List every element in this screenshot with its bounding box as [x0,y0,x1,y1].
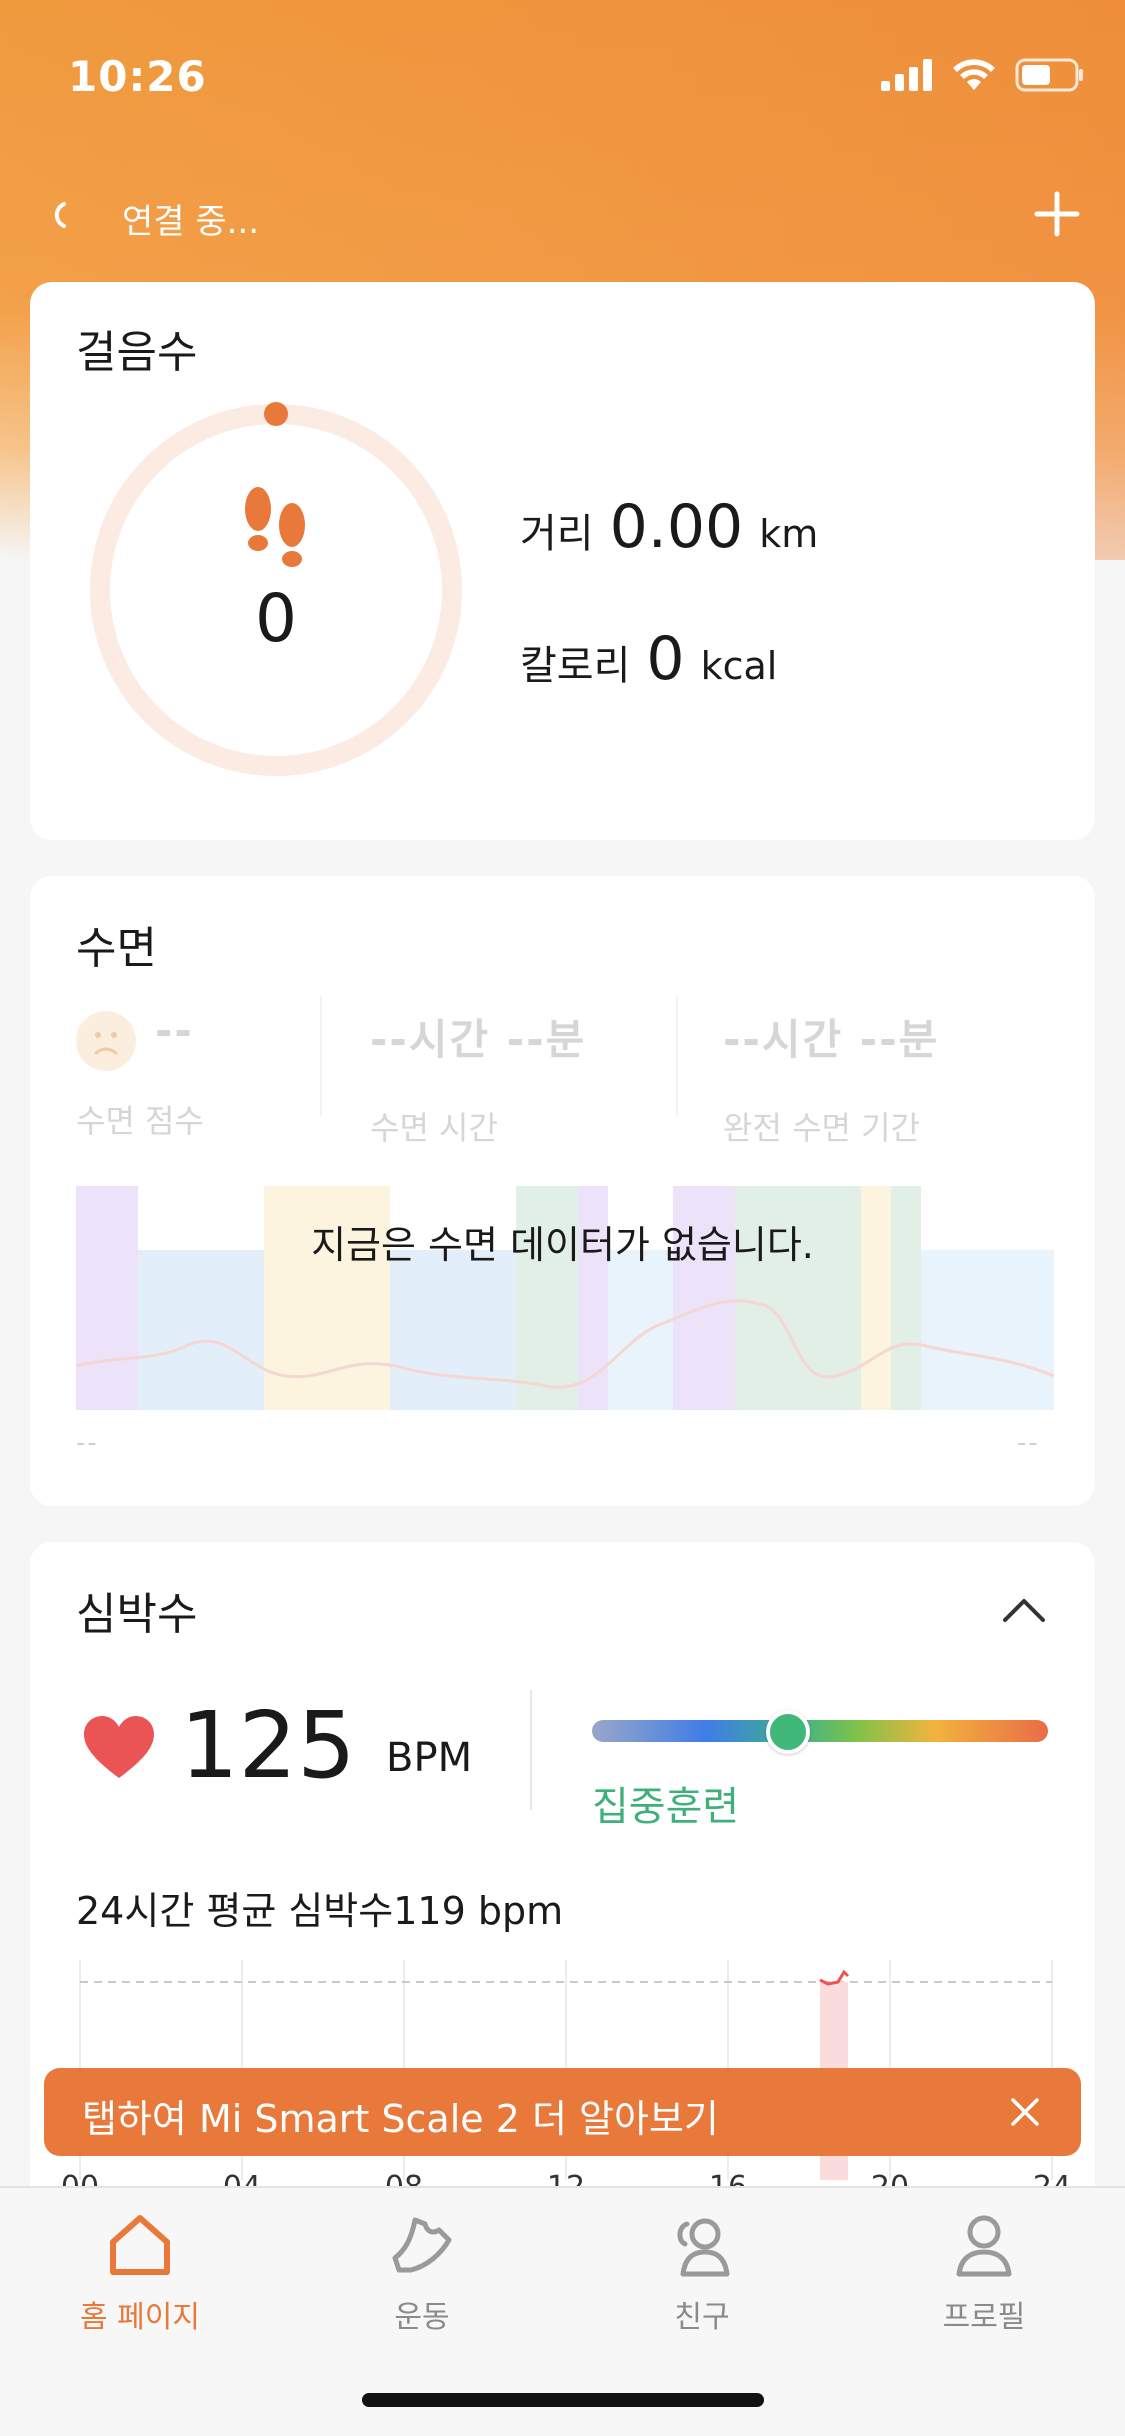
tab-home[interactable]: 홈 페이지 [40,2210,240,2336]
connection-status: 연결 중... [122,202,260,242]
sleep-score-value: -- [155,1006,194,1055]
sleep-score: -- [155,1006,194,1055]
home-indicator[interactable] [362,2393,764,2407]
promo-text[interactable]: 탭하여 Mi Smart Scale 2 더 알아보기 [82,2088,719,2143]
connection-bar: 연결 중... [0,180,1125,250]
steps-card[interactable]: 걸음수 0 거리 0.00 km 칼로리 0 kcal [30,282,1095,840]
home-icon [110,2215,170,2275]
sleep-time: --시간 --분 수면 시간 [370,1006,586,1149]
calories-unit: kcal [700,644,778,688]
sleep-divider-2 [676,996,678,1116]
sleep-title: 수면 [76,923,157,974]
heart-rate-unit: BPM [386,1735,473,1781]
sleep-score-label-wrap: 수면 점수 [76,1096,204,1142]
calories-label: 칼로리 [520,643,631,689]
cellular-signal-icon [881,59,932,91]
tab-profile[interactable]: 프로필 [884,2210,1084,2336]
add-device-button[interactable] [1029,186,1085,242]
heart-rate-value: 125 [180,1692,356,1799]
distance-unit: km [759,512,819,556]
footprints-icon [245,487,305,567]
average-heart-rate: 24시간 평균 심박수119 bpm [76,1889,564,1933]
battery-icon [1015,58,1083,92]
steps-count: 0 [255,580,297,657]
status-time: 10:26 [68,52,207,101]
promo-banner[interactable]: 탭하여 Mi Smart Scale 2 더 알아보기 [44,2068,1081,2156]
steps-ring: 0 [86,400,466,780]
tab-friends-label: 친구 [674,2300,730,2335]
shoe-icon [392,2217,452,2273]
sleep-time-value: --시간 --분 [370,1015,587,1064]
profile-icon [956,2215,1012,2277]
steps-progress-dot [264,402,288,426]
deep-sleep-label: 완전 수면 기간 [723,1109,920,1147]
calories-row: 칼로리 0 kcal [520,624,777,694]
friends-icon [677,2218,730,2277]
tab-friends[interactable]: 친구 [602,2210,802,2336]
sleep-card[interactable]: 수면 -- 수면 점수 --시간 --분 수면 시간 --시간 --분 완전 수… [30,876,1095,1506]
heart-divider [530,1690,532,1810]
tab-workout[interactable]: 운동 [322,2210,522,2336]
sleep-score-label: 수면 점수 [76,1102,204,1140]
sleep-divider-1 [320,996,322,1116]
heart-zone-label: 집중훈련 [592,1784,740,1830]
sad-face-icon [76,1011,136,1071]
calories-value: 0 [646,624,685,694]
wifi-icon [953,59,995,90]
collapse-chevron-up-icon[interactable] [999,1592,1049,1626]
deep-sleep-value: --시간 --분 [723,1015,940,1064]
status-icons [881,58,1085,92]
heart-zone-indicator [766,1710,810,1754]
sleep-axis-start: -- [76,1428,99,1458]
heart-icon [84,1716,154,1778]
distance-label: 거리 [520,511,594,557]
sleep-no-data-message: 지금은 수면 데이터가 없습니다. [311,1223,814,1267]
sleep-time-label: 수면 시간 [370,1109,498,1147]
distance-row: 거리 0.00 km [520,492,818,562]
steps-title: 걸음수 [76,327,198,378]
heart-rate-title: 심박수 [76,1589,198,1640]
tab-workout-label: 운동 [394,2300,450,2335]
heart-zone-bar [592,1720,1048,1742]
sleep-axis-end: -- [1017,1428,1040,1458]
deep-sleep: --시간 --분 완전 수면 기간 [723,1006,939,1149]
close-icon[interactable] [1005,2092,1045,2132]
tab-home-label: 홈 페이지 [80,2300,200,2335]
status-bar: 10:26 [0,0,1125,140]
tab-profile-label: 프로필 [942,2300,1026,2335]
loading-spinner-icon [54,202,66,228]
distance-value: 0.00 [609,492,744,562]
